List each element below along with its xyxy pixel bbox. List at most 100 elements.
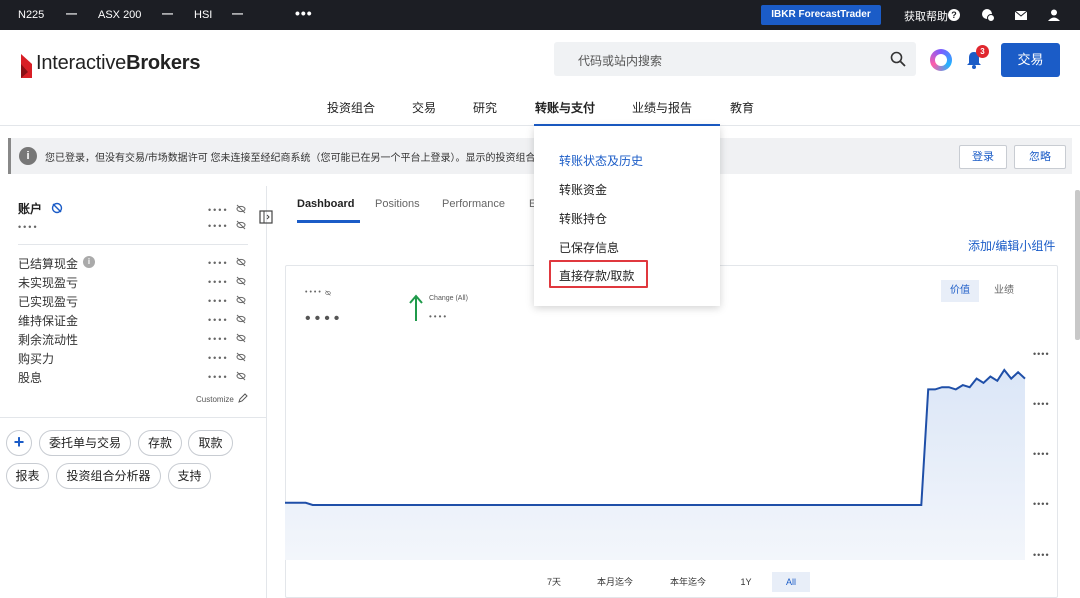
- dividends-value: ••••: [208, 372, 229, 382]
- nav-performance-reports[interactable]: 业绩与报告: [632, 99, 692, 116]
- nav-trade[interactable]: 交易: [412, 99, 436, 116]
- eye-off-icon[interactable]: [236, 333, 246, 343]
- menu-item-transfer-status-history[interactable]: 转账状态及历史: [559, 152, 643, 169]
- buying-power-value: ••••: [208, 353, 229, 363]
- maintenance-margin-value: ••••: [208, 315, 229, 325]
- period-1y[interactable]: 1Y: [733, 572, 759, 592]
- ticker-hsi[interactable]: HSI: [194, 9, 212, 21]
- chart-area-fill: [285, 370, 1025, 560]
- account-value-masked: ••••: [208, 205, 229, 215]
- collapse-sidebar-icon[interactable]: [259, 210, 273, 224]
- info-icon: i: [19, 147, 37, 165]
- unrealized-pnl-value: ••••: [208, 277, 229, 287]
- ignore-button[interactable]: 忽略: [1014, 145, 1066, 169]
- y-axis-label: ••••: [1033, 349, 1050, 359]
- nav-transfer-pay[interactable]: 转账与支付: [535, 99, 595, 116]
- portfolio-value-chart[interactable]: [285, 340, 1030, 560]
- eye-off-icon[interactable]: [236, 295, 246, 305]
- dividends-label: 股息: [18, 371, 43, 385]
- site-search-input[interactable]: 代码或站内搜索: [554, 42, 916, 76]
- statements-button[interactable]: 报表: [6, 463, 49, 489]
- eye-off-icon[interactable]: [236, 204, 246, 214]
- main-header: InteractiveBrokers 代码或站内搜索 3 交易 投资组合 交易 …: [0, 30, 1080, 127]
- period-mtd[interactable]: 本月迄今: [590, 572, 640, 592]
- eye-off-icon[interactable]: [236, 314, 246, 324]
- excess-liquidity-value: ••••: [208, 334, 229, 344]
- menu-item-direct-deposit-withdraw[interactable]: 直接存款/取款: [559, 267, 634, 284]
- period-7d[interactable]: 7天: [538, 572, 570, 592]
- segment-value[interactable]: 价值: [941, 280, 979, 302]
- menu-item-transfer-positions[interactable]: 转账持仓: [559, 210, 607, 227]
- menu-item-transfer-funds[interactable]: 转账资金: [559, 181, 607, 198]
- banner-message: 您已登录，但没有交易/市场数据许可 您未连接至经纪商系统（您可能已在另一个平台上…: [45, 153, 535, 164]
- search-icon[interactable]: [890, 51, 906, 67]
- support-button[interactable]: 支持: [168, 463, 211, 489]
- withdraw-button[interactable]: 取款: [188, 430, 233, 456]
- ticker-n225[interactable]: N225: [18, 9, 44, 21]
- customize-link[interactable]: Customize: [196, 395, 234, 404]
- excess-liquidity-label: 剩余流动性: [18, 333, 79, 347]
- nav-education[interactable]: 教育: [730, 99, 754, 116]
- chat-support-icon[interactable]: [981, 8, 995, 22]
- nav-portfolio[interactable]: 投资组合: [327, 99, 375, 116]
- ai-assistant-icon[interactable]: [930, 49, 952, 71]
- y-axis-label: ••••: [1033, 449, 1050, 459]
- deposit-button[interactable]: 存款: [138, 430, 182, 456]
- net-liquidation-label-masked: ••••: [305, 289, 323, 296]
- settled-cash-label: 已结算现金: [18, 257, 79, 271]
- chart-series-line: [285, 368, 1026, 506]
- change-value-masked: ••••: [429, 312, 449, 321]
- ib-logo-icon[interactable]: [18, 52, 34, 82]
- logo-text[interactable]: InteractiveBrokers: [36, 52, 200, 75]
- ticker-asx200[interactable]: ASX 200: [98, 9, 141, 21]
- add-edit-widgets-link[interactable]: 添加/编辑小组件: [968, 237, 1055, 254]
- eye-off-icon[interactable]: [325, 290, 331, 296]
- add-action-button[interactable]: +: [6, 430, 32, 456]
- y-axis-label: ••••: [1033, 499, 1050, 509]
- hide-values-icon[interactable]: [51, 202, 63, 214]
- period-ytd[interactable]: 本年迄今: [663, 572, 713, 592]
- sidebar-divider: [266, 186, 267, 598]
- menu-item-saved-info[interactable]: 已保存信息: [559, 239, 619, 256]
- mail-icon[interactable]: [1014, 8, 1028, 22]
- pencil-edit-icon[interactable]: [238, 393, 248, 403]
- get-help-link[interactable]: 获取帮助: [904, 8, 948, 24]
- settled-cash-info-icon[interactable]: i: [83, 256, 95, 268]
- unrealized-pnl-label: 未实现盈亏: [18, 276, 79, 290]
- period-all[interactable]: All: [772, 572, 810, 592]
- ticker-asx200-value: —: [162, 8, 173, 20]
- help-icon[interactable]: ?: [948, 9, 960, 21]
- sidebar-separator: [0, 417, 266, 418]
- logo-text-brokers: Brokers: [126, 52, 201, 74]
- orders-trades-button[interactable]: 委托单与交易: [39, 430, 131, 456]
- net-liquidation-value-masked: ••••: [305, 310, 344, 327]
- tab-performance[interactable]: Performance: [442, 198, 505, 210]
- tab-positions[interactable]: Positions: [375, 198, 420, 210]
- buying-power-label: 购买力: [18, 352, 55, 366]
- y-axis-label: ••••: [1033, 399, 1050, 409]
- maintenance-margin-label: 维持保证金: [18, 314, 79, 328]
- search-placeholder: 代码或站内搜索: [578, 54, 663, 68]
- notification-count-badge: 3: [976, 45, 989, 58]
- user-profile-icon[interactable]: [1047, 8, 1061, 22]
- settled-cash-value: ••••: [208, 258, 229, 268]
- tab-dashboard[interactable]: Dashboard: [297, 198, 354, 210]
- eye-off-icon[interactable]: [236, 220, 246, 230]
- segment-performance[interactable]: 业绩: [985, 280, 1023, 302]
- login-button[interactable]: 登录: [959, 145, 1007, 169]
- eye-off-icon[interactable]: [236, 276, 246, 286]
- eye-off-icon[interactable]: [236, 352, 246, 362]
- eye-off-icon[interactable]: [236, 257, 246, 267]
- nav-research[interactable]: 研究: [473, 99, 497, 116]
- account-value-masked-2: ••••: [208, 221, 229, 231]
- forecast-trader-button[interactable]: IBKR ForecastTrader: [761, 5, 881, 25]
- portfolio-analyst-button[interactable]: 投资组合分析器: [56, 463, 161, 489]
- page-scrollbar[interactable]: [1075, 190, 1080, 340]
- transfer-pay-dropdown: 转账状态及历史 转账资金 转账持仓 已保存信息 直接存款/取款: [534, 126, 720, 306]
- eye-off-icon[interactable]: [236, 371, 246, 381]
- more-tickers-button[interactable]: •••: [295, 5, 313, 21]
- realized-pnl-label: 已实现盈亏: [18, 295, 79, 309]
- account-title: 账户: [18, 202, 43, 216]
- y-axis-label: ••••: [1033, 550, 1050, 560]
- trade-button[interactable]: 交易: [1001, 43, 1060, 77]
